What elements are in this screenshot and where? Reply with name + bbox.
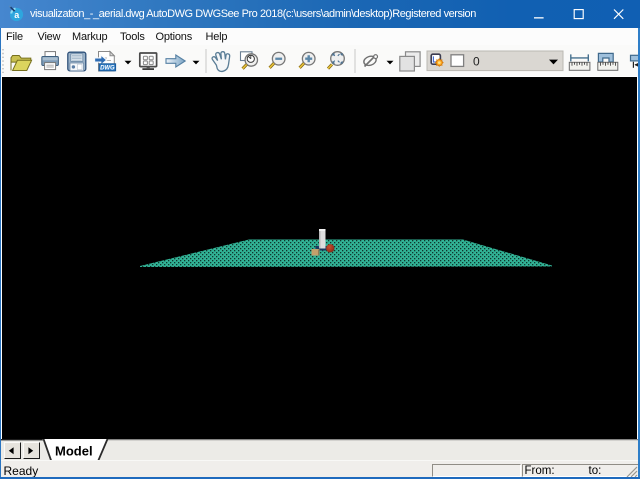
svg-text:0: 0 (473, 54, 480, 68)
svg-text:Model: Model (55, 444, 93, 459)
svg-text:DWG: DWG (100, 66, 115, 72)
